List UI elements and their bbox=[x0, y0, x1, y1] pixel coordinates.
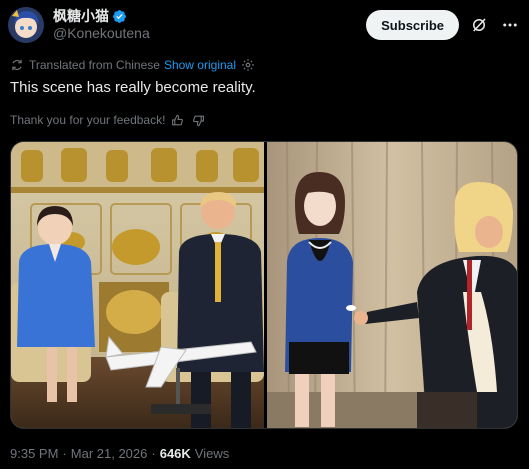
avatar[interactable] bbox=[8, 7, 44, 43]
more-icon[interactable] bbox=[499, 14, 521, 36]
tweet-meta: 9:35 PM · Mar 21, 2026 · 646K Views bbox=[10, 446, 229, 461]
verified-badge-icon bbox=[113, 10, 126, 23]
gear-icon[interactable] bbox=[241, 58, 255, 72]
tweet-date[interactable]: Mar 21, 2026 bbox=[71, 446, 148, 461]
tweet: 枫糖小猫 @Konekoutena Subscribe Translated f… bbox=[0, 0, 529, 469]
media-grid bbox=[10, 141, 518, 429]
grok-icon[interactable] bbox=[468, 14, 490, 36]
feedback-text: Thank you for your feedback! bbox=[10, 113, 166, 127]
thumbs-up-icon[interactable] bbox=[171, 114, 184, 127]
media-photo-left[interactable] bbox=[11, 142, 264, 428]
cosplay-photo bbox=[267, 142, 517, 428]
author-handle[interactable]: @Konekoutena bbox=[53, 25, 150, 42]
media-photo-right[interactable] bbox=[267, 142, 517, 428]
tweet-text: This scene has really become reality. bbox=[10, 79, 256, 96]
header-actions: Subscribe bbox=[366, 10, 521, 40]
meta-separator-1: · bbox=[62, 446, 67, 461]
meta-separator-2: · bbox=[151, 446, 156, 461]
subscribe-button[interactable]: Subscribe bbox=[366, 10, 459, 40]
thumbs-down-icon[interactable] bbox=[192, 114, 205, 127]
tweet-header: 枫糖小猫 @Konekoutena Subscribe bbox=[8, 6, 521, 44]
translation-row: Translated from Chinese Show original bbox=[10, 58, 255, 72]
show-original-link[interactable]: Show original bbox=[164, 58, 236, 72]
author-display-name[interactable]: 枫糖小猫 bbox=[53, 8, 109, 25]
tweet-time[interactable]: 9:35 PM bbox=[10, 446, 58, 461]
feedback-row: Thank you for your feedback! bbox=[10, 113, 205, 127]
translated-label: Translated from Chinese bbox=[29, 58, 160, 72]
author-names: 枫糖小猫 @Konekoutena bbox=[53, 8, 150, 42]
views-label: Views bbox=[194, 446, 230, 461]
meeting-room-photo bbox=[11, 142, 264, 428]
views-count: 646K bbox=[159, 446, 191, 461]
translate-icon bbox=[12, 59, 22, 71]
